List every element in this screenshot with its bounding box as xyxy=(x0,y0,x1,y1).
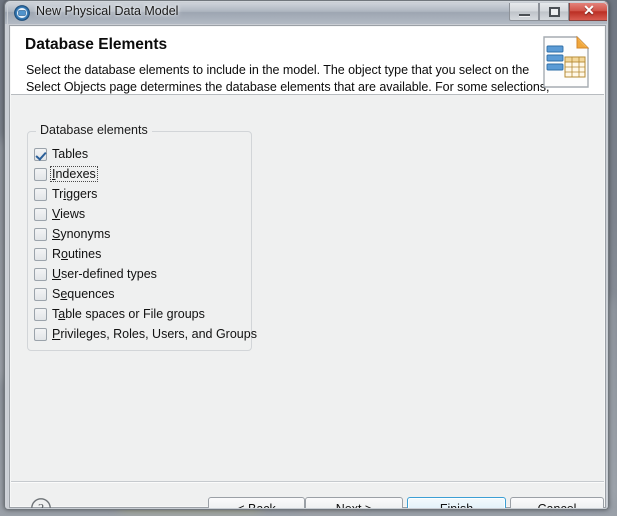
checkbox-unchecked-icon[interactable] xyxy=(34,287,47,301)
checkbox-label: User-defined types xyxy=(52,267,157,281)
restore-icon xyxy=(549,7,560,17)
button-label: < Back xyxy=(237,502,276,510)
dialog-window: New Physical Data Model ✕ Database Eleme… xyxy=(4,0,609,510)
group-legend: Database elements xyxy=(36,123,152,137)
button-label: Cancel xyxy=(537,502,577,510)
database-elements-group: Database elements Tables Indexes Triggers V… xyxy=(27,123,257,351)
checkbox-unchecked-icon[interactable] xyxy=(34,187,47,201)
finish-button[interactable]: Finish xyxy=(407,497,506,510)
checkbox-unchecked-icon[interactable] xyxy=(34,167,47,181)
dialog-client-area: Database Elements Select the database el… xyxy=(9,25,606,510)
checkbox-label: Synonyms xyxy=(52,227,111,241)
checkbox-unchecked-icon[interactable] xyxy=(34,227,47,241)
data-model-document-icon xyxy=(534,31,596,93)
checkbox-row-synonyms[interactable]: Synonyms xyxy=(34,225,111,243)
checkbox-label: Sequences xyxy=(52,287,115,301)
checkbox-row-indexes[interactable]: Indexes xyxy=(34,165,98,183)
window-title: New Physical Data Model xyxy=(36,4,179,18)
page-title: Database Elements xyxy=(25,36,168,53)
checkbox-unchecked-icon[interactable] xyxy=(34,307,47,321)
checkbox-row-table-spaces-or-file-groups[interactable]: Table spaces or File groups xyxy=(34,305,206,323)
checkbox-unchecked-icon[interactable] xyxy=(34,327,47,341)
title-bar[interactable]: New Physical Data Model ✕ xyxy=(5,1,608,24)
close-button[interactable]: ✕ xyxy=(569,2,608,21)
checkbox-label: Table spaces or File groups xyxy=(52,307,205,321)
checkbox-row-privileges-roles-users-and-groups[interactable]: Privileges, Roles, Users, and Groups xyxy=(34,325,258,343)
checkbox-unchecked-icon[interactable] xyxy=(34,267,47,281)
checkbox-unchecked-icon[interactable] xyxy=(34,207,47,221)
svg-text:?: ? xyxy=(38,501,44,510)
cancel-button[interactable]: Cancel xyxy=(510,497,604,510)
next-button[interactable]: Next > xyxy=(305,497,403,510)
button-label: Finish xyxy=(439,502,474,510)
checkbox-row-tables[interactable]: Tables xyxy=(34,145,89,163)
checkbox-label: Views xyxy=(52,207,86,221)
checkbox-row-routines[interactable]: Routines xyxy=(34,245,102,263)
app-icon xyxy=(14,5,30,21)
checkbox-label: Triggers xyxy=(52,187,98,201)
minimize-icon xyxy=(519,14,530,16)
checkbox-row-user-defined-types[interactable]: User-defined types xyxy=(34,265,158,283)
checkbox-row-triggers[interactable]: Triggers xyxy=(34,185,98,203)
checkbox-row-sequences[interactable]: Sequences xyxy=(34,285,116,303)
checkbox-label: Indexes xyxy=(50,166,98,182)
wizard-header: Database Elements Select the database el… xyxy=(11,27,604,95)
help-icon[interactable]: ? xyxy=(30,497,52,510)
footer-separator xyxy=(11,481,604,483)
close-icon: ✕ xyxy=(583,4,595,19)
checkbox-row-views[interactable]: Views xyxy=(34,205,86,223)
checkbox-label: Privileges, Roles, Users, and Groups xyxy=(52,327,257,341)
minimize-button[interactable] xyxy=(509,2,539,21)
maximize-restore-button[interactable] xyxy=(539,2,569,21)
button-label: Next > xyxy=(335,502,373,510)
checkbox-checked-icon[interactable] xyxy=(34,147,47,161)
checkbox-label: Routines xyxy=(52,247,102,261)
back-button[interactable]: < Back xyxy=(208,497,305,510)
page-description: Select the database elements to include … xyxy=(26,63,550,94)
checkbox-label: Tables xyxy=(52,147,89,161)
checkbox-unchecked-icon[interactable] xyxy=(34,247,47,261)
